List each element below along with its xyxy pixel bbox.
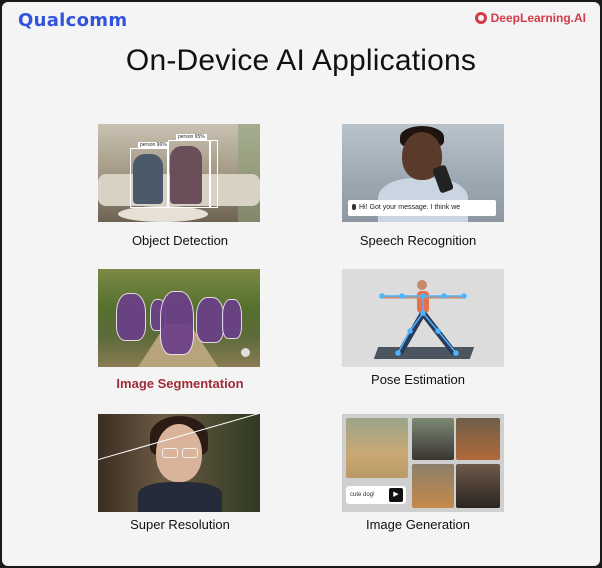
segmented-dog (116, 293, 146, 341)
caption-pose-estimation: Pose Estimation (371, 372, 465, 387)
play-send-icon[interactable]: ▶ (389, 488, 403, 502)
super-resolution-image (98, 414, 260, 512)
deeplearning-logo-text: DeepLearning.AI (490, 11, 586, 25)
image-generation-image: cute dog! ▶ (342, 414, 504, 512)
object-detection-image: person 96% person 95% (98, 124, 260, 222)
speech-transcript-bubble: Hi! Got your message. I think we (348, 200, 496, 216)
detection-tag: person 96% (138, 142, 169, 148)
caption-image-segmentation: Image Segmentation (116, 376, 244, 391)
speech-recognition-image: Hi! Got your message. I think we (342, 124, 504, 222)
qualcomm-logo: Qualcomm (18, 10, 128, 31)
bounding-box (210, 140, 218, 208)
slide-title: On-Device AI Applications (125, 44, 477, 77)
pose-estimation-image (342, 269, 504, 367)
generated-dog-large (346, 418, 408, 478)
generated-dog (412, 464, 454, 508)
bounding-box (130, 148, 168, 208)
deeplearning-mark-icon (474, 12, 487, 24)
image-segmentation-image (98, 269, 260, 367)
segmented-dog (160, 291, 194, 355)
segmented-dog (196, 297, 224, 343)
speech-transcript-text: Hi! Got your message. I think we (359, 204, 461, 211)
caption-object-detection: Object Detection (131, 233, 229, 248)
cursor-dot-icon (241, 348, 250, 357)
deeplearning-logo: DeepLearning.AI (474, 11, 586, 25)
generated-dog (456, 418, 500, 460)
segmented-dog (222, 299, 242, 339)
caption-speech-recognition: Speech Recognition (359, 233, 477, 248)
caption-super-resolution: Super Resolution (130, 517, 230, 532)
microphone-icon (352, 204, 356, 210)
bounding-box (168, 140, 210, 208)
pose-skeleton (379, 280, 467, 356)
generated-dog (412, 418, 454, 460)
caption-image-generation: Image Generation (365, 517, 471, 532)
slide: Qualcomm DeepLearning.AI On-Device AI Ap… (2, 2, 600, 566)
generated-dog (456, 464, 500, 508)
detection-tag: person 95% (176, 134, 207, 140)
